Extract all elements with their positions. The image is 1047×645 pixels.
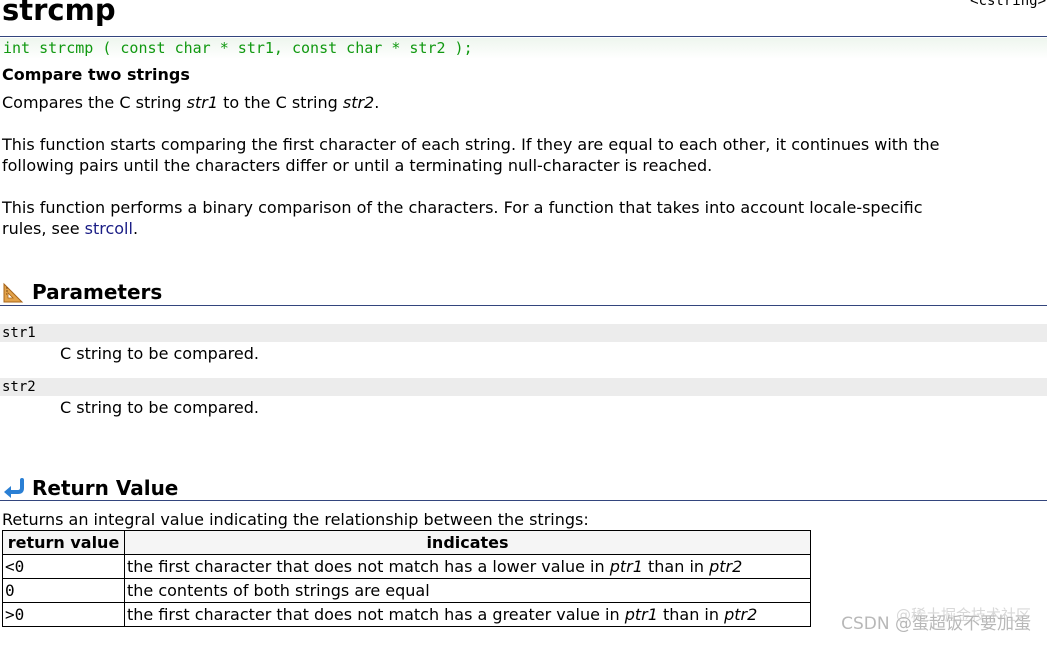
cell-text: than in [657,605,725,624]
desc-text: . [132,219,139,238]
table-header-row: return value indicates [2,530,811,555]
description-paragraph-2: This function starts comparing the first… [2,134,1042,176]
title-divider [0,36,1047,37]
return-arrow-icon [2,476,26,500]
cell-italic: ptr1 [609,557,643,576]
desc-line: This function starts comparing the first… [2,135,940,154]
return-value-cell: <0 [2,554,125,579]
parameters-heading: Parameters [2,279,162,305]
cell-text: than in [642,557,710,576]
column-header-return-value: return value [2,530,125,555]
desc-text: Compares the C string [2,93,187,112]
cell-italic: ptr2 [709,557,743,576]
cell-text: the first character that does not match … [127,605,625,624]
return-value-table: return value indicates <0 the first char… [2,530,811,627]
return-value-heading: Return Value [2,475,178,501]
library-header-label: <cstring> [970,0,1046,9]
description-paragraph-1: Compares the C string str1 to the C stri… [2,92,1042,113]
desc-text: . [374,93,380,112]
cell-text: the first character that does not match … [127,557,610,576]
table-row: <0 the first character that does not mat… [2,554,811,579]
desc-line: following pairs until the characters dif… [2,156,713,175]
strcoll-link[interactable]: strcoll [85,219,133,238]
ruler-triangle-icon [2,280,26,304]
parameters-divider [0,305,1047,306]
return-value-heading-label: Return Value [32,476,179,500]
return-value-divider [0,500,1047,501]
desc-line: This function performs a binary comparis… [2,198,923,217]
cell-italic: ptr1 [624,605,658,624]
column-header-indicates: indicates [124,530,811,555]
desc-text: to the C string [218,93,343,112]
function-subtitle: Compare two strings [2,65,190,84]
param-desc-str2: C string to be compared. [60,398,259,417]
return-value-cell: 0 [2,578,125,603]
cell-text: the contents of both strings are equal [127,581,430,600]
param-desc-str1: C string to be compared. [60,344,259,363]
indicates-cell: the contents of both strings are equal [124,578,811,603]
param-name-str2: str2 [2,379,36,395]
indicates-cell: the first character that does not match … [124,554,811,579]
page-title: strcmp [2,0,116,27]
desc-text: rules, see [2,219,85,238]
return-value-cell: >0 [2,602,125,627]
watermark-csdn: CSDN @蛋超饭不要加蛋 [841,614,1031,634]
indicates-cell: the first character that does not match … [124,602,811,627]
parameters-heading-label: Parameters [32,280,163,304]
desc-param-str2: str2 [342,93,375,112]
cell-italic: ptr2 [724,605,758,624]
param-name-str1: str1 [2,325,36,341]
return-value-intro: Returns an integral value indicating the… [2,510,589,529]
param-row-bg [0,378,1047,396]
function-prototype: int strcmp ( const char * str1, const ch… [0,38,1047,59]
table-row: 0 the contents of both strings are equal [2,578,811,603]
description-paragraph-3: This function performs a binary comparis… [2,197,1042,239]
table-row: >0 the first character that does not mat… [2,602,811,627]
param-row-bg [0,324,1047,342]
desc-param-str1: str1 [186,93,218,112]
